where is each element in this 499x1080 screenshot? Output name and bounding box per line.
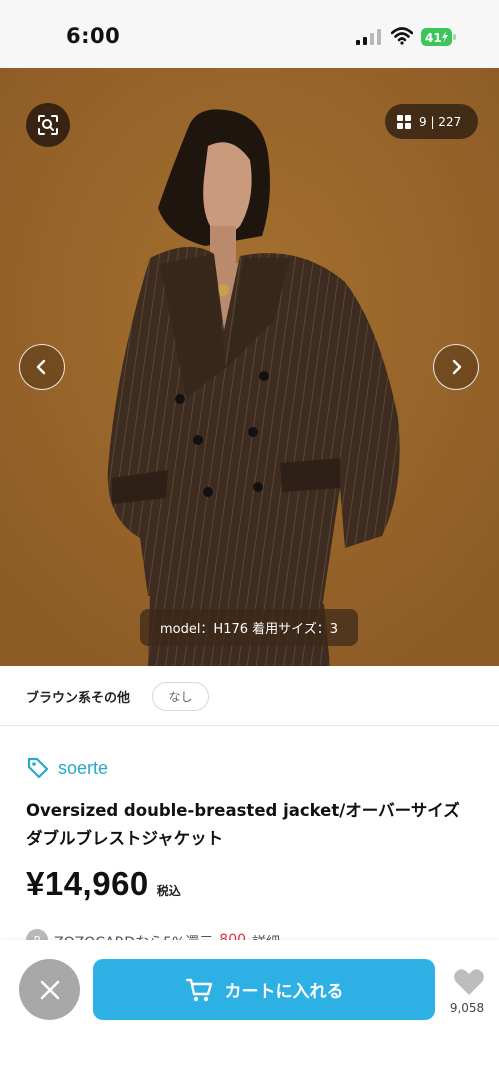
battery-level: 41	[425, 31, 442, 45]
color-selector: ブラウン系その他 なし	[0, 666, 499, 726]
tax-label: 税込	[156, 884, 181, 898]
add-to-cart-label: カートに入れる	[224, 982, 344, 1002]
favorite-count: 9,058	[449, 1001, 485, 1015]
image-counter-button[interactable]: 9 | 227	[385, 104, 478, 139]
bottom-action-bar: カートに入れる 9,058	[0, 940, 499, 1080]
wifi-icon	[391, 27, 413, 45]
cart-icon	[185, 978, 212, 1001]
close-button[interactable]	[19, 959, 80, 1020]
battery-icon: 41	[421, 28, 456, 46]
brand-name: soerte	[58, 757, 109, 778]
model-caption: model：H176 着用サイズ：3	[140, 609, 358, 646]
cellular-signal-icon	[356, 29, 381, 45]
favorite-button[interactable]: 9,058	[447, 968, 487, 1018]
product-image-gallery[interactable]: 9 | 227 model：H176 着用サイズ：3	[0, 68, 499, 666]
color-name: ブラウン系その他	[26, 691, 131, 706]
status-bar: 6:00 41	[0, 0, 499, 68]
product-price: ¥14,960	[26, 865, 149, 902]
heart-icon	[454, 969, 484, 995]
chevron-right-icon	[452, 359, 462, 375]
chevron-left-icon	[36, 359, 46, 375]
previous-image-button[interactable]	[19, 344, 65, 390]
image-counter: 9 | 227	[419, 114, 462, 129]
size-option-chip[interactable]: なし	[152, 682, 209, 711]
product-photo	[0, 68, 499, 666]
next-image-button[interactable]	[433, 344, 479, 390]
status-time: 6:00	[66, 24, 121, 48]
product-title: Oversized double-breasted jacket/オーバーサイズ…	[26, 801, 460, 848]
tag-icon	[27, 757, 49, 779]
price-row: ¥14,960 税込	[26, 865, 181, 903]
grid-icon	[397, 114, 411, 129]
brand-link[interactable]: soerte	[26, 756, 108, 780]
add-to-cart-button[interactable]: カートに入れる	[93, 959, 435, 1020]
close-icon	[40, 980, 59, 999]
lens-search-icon	[38, 115, 58, 135]
image-search-button[interactable]	[26, 103, 70, 147]
